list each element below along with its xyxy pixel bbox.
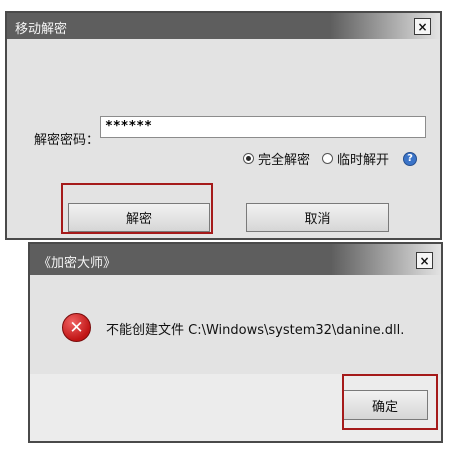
- close-icon[interactable]: ×: [414, 18, 431, 35]
- close-icon[interactable]: ×: [416, 252, 433, 269]
- error-dialog-title: 《加密大师》: [38, 256, 117, 271]
- decrypt-dialog-title: 移动解密: [15, 22, 68, 37]
- radio-full-decrypt-label[interactable]: 完全解密: [258, 149, 310, 168]
- radio-temp-unlock[interactable]: [322, 153, 334, 164]
- decrypt-mode-group: 完全解密 临时解开 ?: [243, 149, 418, 168]
- error-icon: ✕: [62, 313, 91, 342]
- help-icon[interactable]: ?: [403, 151, 418, 166]
- password-label: 解密密码：: [34, 133, 100, 148]
- password-input[interactable]: ******: [100, 116, 426, 138]
- decrypt-dialog-titlebar[interactable]: 移动解密 ×: [7, 13, 440, 39]
- cancel-button[interactable]: 取消: [246, 203, 389, 232]
- radio-full-decrypt[interactable]: [243, 153, 254, 164]
- ok-button-highlight: [342, 374, 438, 430]
- error-message: 不能创建文件 C:\Windows\system32\danine.dll.: [106, 323, 405, 338]
- radio-temp-unlock-label[interactable]: 临时解开: [337, 149, 389, 168]
- decrypt-button-highlight: [61, 183, 213, 234]
- error-dialog-titlebar[interactable]: 《加密大师》 ×: [30, 244, 441, 275]
